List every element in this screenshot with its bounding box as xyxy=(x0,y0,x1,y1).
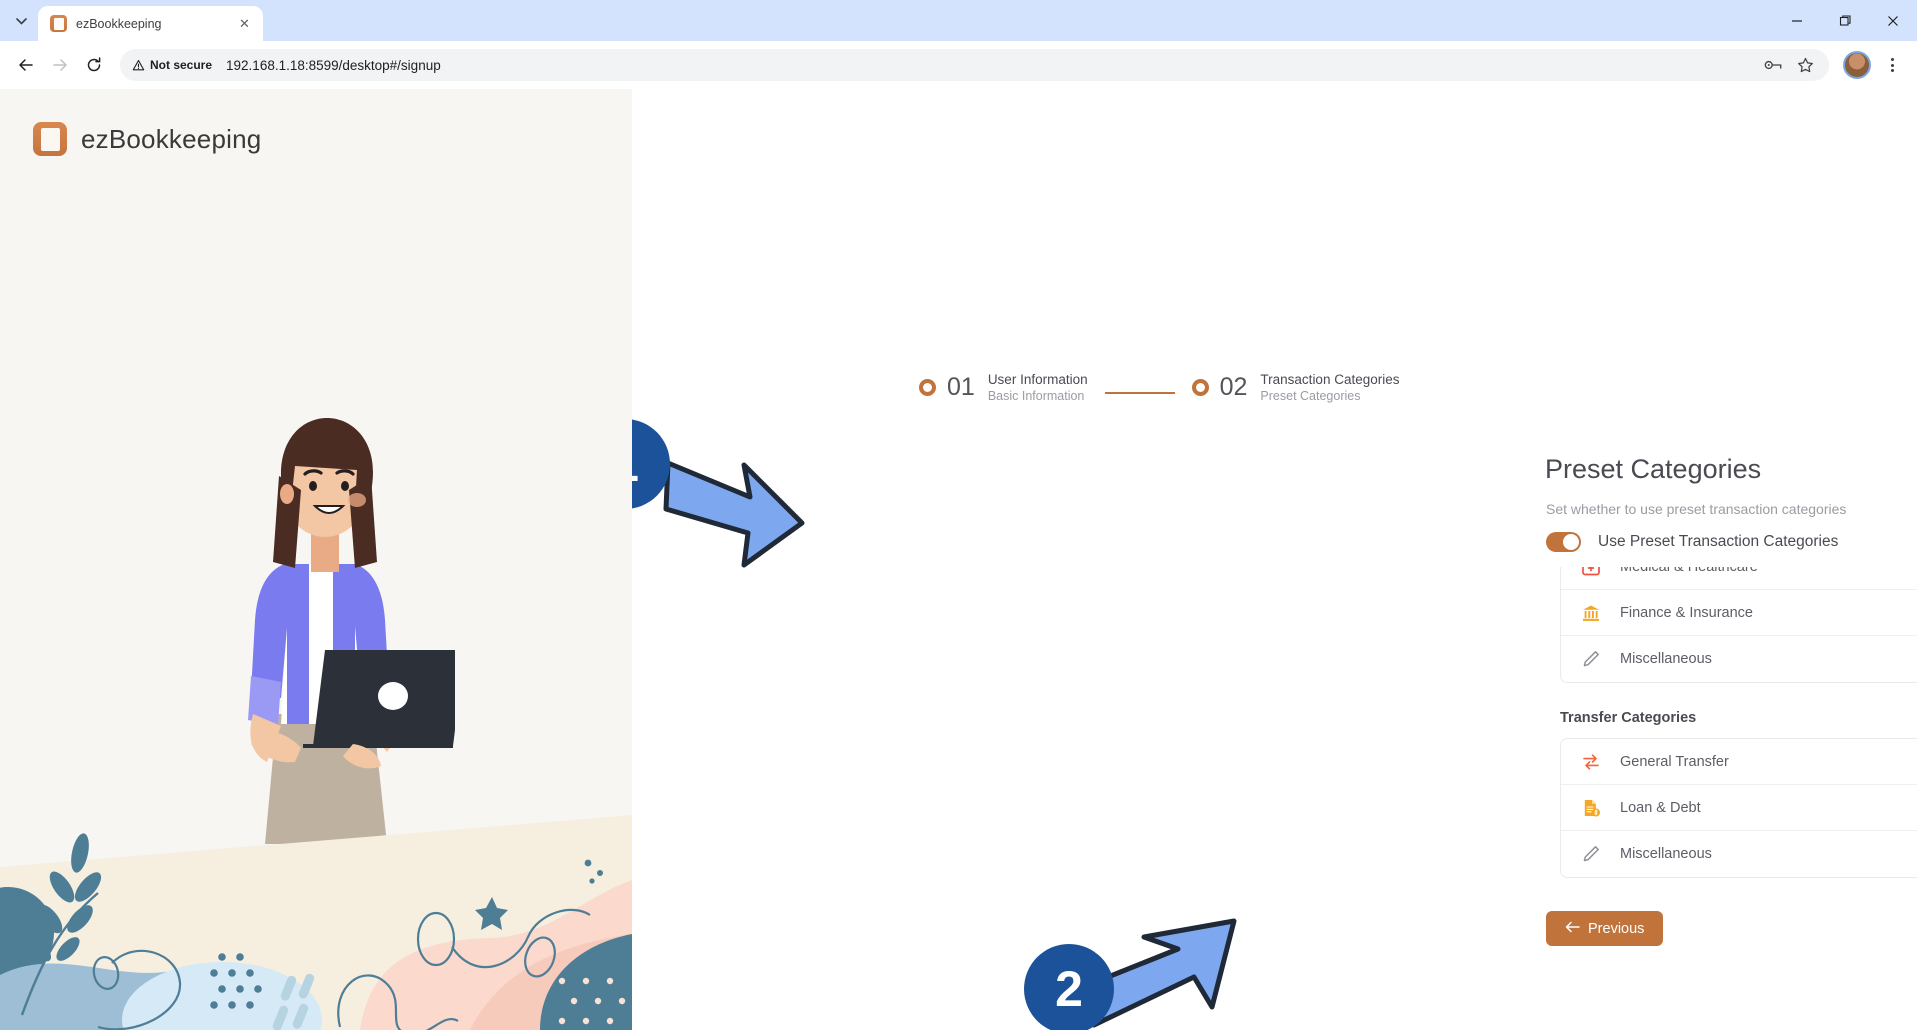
category-label: Finance & Insurance xyxy=(1620,604,1753,621)
tab-strip: ezBookkeeping ✕ xyxy=(0,0,1917,41)
pencil-icon xyxy=(1581,844,1601,864)
maximize-button[interactable] xyxy=(1821,0,1869,41)
medical-cross-icon xyxy=(1581,567,1601,577)
browser-window: ezBookkeeping ✕ Not secure 192.168.1.18:… xyxy=(0,0,1917,1030)
tab-title: ezBookkeeping xyxy=(76,16,162,31)
step-indicator-icon xyxy=(1191,379,1209,397)
omnibox-actions xyxy=(1759,51,1823,79)
expense-categories-card: Medical & Healthcare Finance & Insurance xyxy=(1560,567,1917,683)
category-list: Medical & Healthcare Finance & Insurance xyxy=(1560,567,1917,889)
category-row-miscellaneous-expense[interactable]: Miscellaneous xyxy=(1561,636,1917,682)
annotation-marker-2: 2 xyxy=(1024,944,1114,1030)
page-title: Preset Categories xyxy=(1545,454,1762,484)
three-dot-menu-icon[interactable] xyxy=(1877,50,1907,80)
url-text: 192.168.1.18:8599/desktop#/signup xyxy=(226,57,441,73)
step-number: 02 xyxy=(1219,373,1248,402)
browser-tab[interactable]: ezBookkeeping ✕ xyxy=(38,6,263,41)
floral-blob-decoration xyxy=(0,815,632,1030)
close-button[interactable] xyxy=(1869,0,1917,41)
forward-arrow-icon[interactable] xyxy=(44,49,76,81)
previous-button-label: Previous xyxy=(1588,920,1645,937)
signup-left-panel: ezBookkeeping xyxy=(0,89,632,1030)
bank-icon xyxy=(1581,603,1601,623)
back-arrow-icon[interactable] xyxy=(10,49,42,81)
bookmark-star-icon[interactable] xyxy=(1791,51,1819,79)
invoice-dollar-icon xyxy=(1581,798,1601,818)
step-subtitle: Preset Categories xyxy=(1260,389,1361,404)
window-controls xyxy=(1773,0,1917,41)
category-row-finance-insurance[interactable]: Finance & Insurance xyxy=(1561,590,1917,636)
pencil-icon xyxy=(1581,649,1601,669)
close-icon[interactable]: ✕ xyxy=(236,15,253,32)
annotation-arrow-1 xyxy=(663,460,805,568)
preset-toggle-row: Use Preset Transaction Categories Englis… xyxy=(1546,532,1917,552)
password-key-icon[interactable] xyxy=(1759,51,1787,79)
annotation-marker-1: 1 xyxy=(632,419,670,509)
step-subtitle: Basic Information xyxy=(987,389,1085,404)
transfer-arrows-icon xyxy=(1581,752,1601,772)
toggle-label: Use Preset Transaction Categories xyxy=(1598,533,1839,550)
reload-icon[interactable] xyxy=(78,49,110,81)
stepper-connector-line xyxy=(1104,392,1175,394)
browser-toolbar: Not secure 192.168.1.18:8599/desktop#/si… xyxy=(0,41,1917,89)
warning-triangle-icon xyxy=(132,59,145,70)
category-label: Miscellaneous xyxy=(1620,846,1712,862)
category-row-miscellaneous-transfer[interactable]: Miscellaneous xyxy=(1561,831,1917,877)
annotation-arrow-2 xyxy=(1075,918,1237,1028)
category-label: Loan & Debt xyxy=(1620,799,1701,816)
step-user-information[interactable]: 01 User Information Basic Information xyxy=(919,371,1088,404)
category-label: General Transfer xyxy=(1620,753,1729,770)
step-transaction-categories[interactable]: 02 Transaction Categories Preset Categor… xyxy=(1191,371,1400,404)
brand: ezBookkeeping xyxy=(33,122,261,156)
page-viewport: ezBookkeeping 01 User Information Basic … xyxy=(0,89,1917,1030)
step-title: Transaction Categories xyxy=(1260,372,1400,387)
step-number: 01 xyxy=(947,373,975,402)
previous-button[interactable]: Previous xyxy=(1546,911,1664,946)
category-row-general-transfer[interactable]: General Transfer xyxy=(1561,739,1917,785)
tab-search-chevron-down-icon[interactable] xyxy=(4,4,38,38)
signup-stepper: 01 User Information Basic Information 02… xyxy=(919,371,1400,404)
annotation-number: 2 xyxy=(1055,961,1083,1017)
signup-right-panel: 01 User Information Basic Information 02… xyxy=(632,89,1917,1030)
left-arrow-icon xyxy=(1565,921,1580,937)
category-label: Medical & Healthcare xyxy=(1620,567,1758,575)
security-label: Not secure xyxy=(150,58,213,72)
step-indicator-icon xyxy=(919,379,936,397)
brand-name: ezBookkeeping xyxy=(81,123,262,154)
annotation-number: 1 xyxy=(632,435,639,493)
minimize-button[interactable] xyxy=(1773,0,1821,41)
document-favicon xyxy=(50,15,67,32)
category-row-loan-debt[interactable]: Loan & Debt xyxy=(1561,785,1917,831)
use-preset-transaction-categories-toggle[interactable] xyxy=(1546,532,1581,552)
step-title: User Information xyxy=(987,372,1088,387)
address-bar[interactable]: Not secure 192.168.1.18:8599/desktop#/si… xyxy=(120,49,1829,81)
security-status[interactable]: Not secure xyxy=(132,58,218,72)
page-description: Set whether to use preset transaction ca… xyxy=(1546,501,1847,517)
form-actions: Previous Submit xyxy=(1546,911,1917,946)
transfer-categories-heading: Transfer Categories xyxy=(1560,710,1697,726)
category-label: Miscellaneous xyxy=(1620,651,1712,667)
category-row-medical-healthcare[interactable]: Medical & Healthcare xyxy=(1561,567,1917,590)
receipt-logo-icon xyxy=(33,122,67,156)
profile-avatar[interactable] xyxy=(1843,51,1871,79)
transfer-categories-card: General Transfer Loan & Debt Miscellaneo… xyxy=(1560,738,1917,878)
